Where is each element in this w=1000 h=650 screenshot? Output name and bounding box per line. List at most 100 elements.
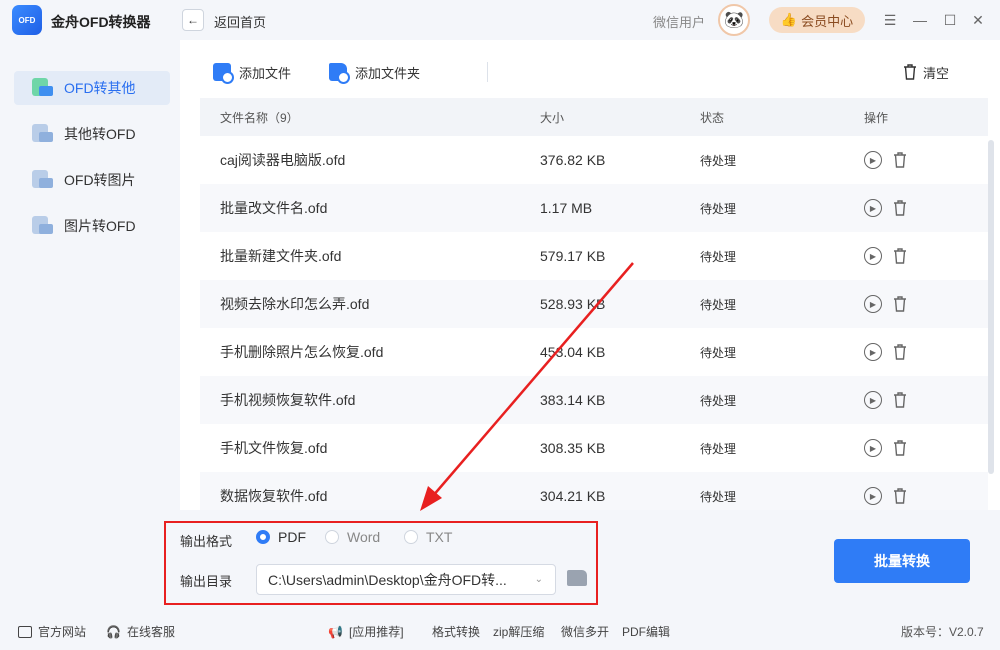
output-dir-select[interactable]: C:\Users\admin\Desktop\金舟OFD转... ⌄: [256, 564, 556, 595]
table-row: 手机文件恢复.ofd 308.35 KB 待处理 ▶: [200, 424, 988, 472]
play-icon[interactable]: ▶: [864, 295, 882, 313]
back-home-link[interactable]: 返回首页: [214, 12, 266, 31]
trash-icon[interactable]: [892, 343, 908, 361]
sidebar-item-label: 图片转OFD: [64, 218, 136, 234]
row-actions: ▶: [864, 391, 908, 409]
file-size: 453.04 KB: [540, 344, 606, 360]
file-status: 待处理: [700, 153, 737, 168]
row-actions: ▶: [864, 199, 908, 217]
footer-link-format-convert[interactable]: 格式转换: [432, 623, 480, 640]
app-logo: OFD: [12, 5, 42, 35]
official-site-label: 官方网站: [38, 625, 87, 639]
file-name: 数据恢复软件.ofd: [220, 488, 328, 504]
sidebar-item-label: 其他转OFD: [64, 126, 136, 142]
format-radio-txt[interactable]: TXT: [404, 529, 452, 545]
recommend-text: [应用推荐]: [348, 625, 404, 639]
add-folder-button[interactable]: 添加文件夹: [329, 62, 420, 84]
file-status: 待处理: [700, 345, 737, 360]
vip-label: 会员中心: [801, 13, 854, 29]
megaphone-icon: 📢: [328, 624, 343, 639]
sidebar-item-label: OFD转其他: [64, 80, 136, 96]
sidebar-item-ofd-to-other[interactable]: OFD转其他: [14, 71, 170, 105]
file-table: 文件名称（9） 大小 状态 操作 caj阅读器电脑版.ofd 376.82 KB 待…: [200, 98, 988, 520]
file-size: 579.17 KB: [540, 248, 606, 264]
thumbs-up-icon: 👍: [780, 12, 798, 27]
monitor-icon: [18, 625, 32, 638]
row-actions: ▶: [864, 487, 908, 505]
file-status: 待处理: [700, 297, 737, 312]
table-row: 批量改文件名.ofd 1.17 MB 待处理 ▶: [200, 184, 988, 232]
file-name: 批量改文件名.ofd: [220, 200, 328, 216]
trash-icon[interactable]: [892, 247, 908, 265]
table-row: 视频去除水印怎么弄.ofd 528.93 KB 待处理 ▶: [200, 280, 988, 328]
sidebar-item-label: OFD转图片: [64, 172, 136, 188]
footer-link-zip[interactable]: zip解压缩: [493, 623, 544, 640]
row-actions: ▶: [864, 295, 908, 313]
format-radio-pdf[interactable]: PDF: [256, 529, 306, 545]
user-name[interactable]: 微信用户: [653, 12, 705, 31]
table-row: 手机视频恢复软件.ofd 383.14 KB 待处理 ▶: [200, 376, 988, 424]
file-size: 1.17 MB: [540, 200, 593, 216]
add-file-button[interactable]: 添加文件: [213, 62, 292, 84]
file-size: 304.21 KB: [540, 488, 606, 504]
trash-icon[interactable]: [892, 295, 908, 313]
avatar[interactable]: 🐼: [718, 4, 750, 36]
sidebar-item-ofd-to-image[interactable]: OFD转图片: [14, 163, 170, 197]
row-actions: ▶: [864, 151, 908, 169]
file-status: 待处理: [700, 489, 737, 504]
add-file-label: 添加文件: [239, 65, 292, 81]
play-icon[interactable]: ▶: [864, 487, 882, 505]
file-name: 手机删除照片怎么恢复.ofd: [220, 344, 384, 360]
folder-icon[interactable]: [567, 570, 587, 586]
format-label: PDF: [278, 529, 306, 545]
footer-link-wechat-multi[interactable]: 微信多开: [561, 623, 609, 640]
play-icon[interactable]: ▶: [864, 343, 882, 361]
scrollbar[interactable]: [988, 140, 994, 474]
play-icon[interactable]: ▶: [864, 151, 882, 169]
table-row: 批量新建文件夹.ofd 579.17 KB 待处理 ▶: [200, 232, 988, 280]
file-size: 383.14 KB: [540, 392, 606, 408]
menu-icon[interactable]: ☰: [880, 10, 900, 30]
format-radio-word[interactable]: Word: [325, 529, 380, 545]
file-status: 待处理: [700, 441, 737, 456]
sidebar-item-image-to-ofd[interactable]: 图片转OFD: [14, 209, 170, 243]
minimize-icon[interactable]: —: [910, 10, 930, 30]
batch-convert-button[interactable]: 批量转换: [834, 539, 970, 583]
back-arrow-icon[interactable]: ←: [182, 9, 204, 31]
toolbar-divider: [487, 62, 488, 82]
file-status: 待处理: [700, 249, 737, 264]
header-op: 操作: [864, 110, 889, 125]
version-text: 版本号：V2.0.7: [901, 625, 984, 639]
add-folder-icon: [329, 63, 350, 84]
file-size: 528.93 KB: [540, 296, 606, 312]
title-bar: OFD 金舟OFD转换器 ← 返回首页 微信用户 🐼 👍 会员中心 ☰ — ☐ …: [0, 0, 1000, 40]
close-icon[interactable]: ✕: [968, 10, 988, 30]
official-site-link[interactable]: 官方网站: [18, 623, 86, 640]
radio-dot: [325, 530, 339, 544]
online-service-link[interactable]: 🎧 在线客服: [106, 623, 175, 640]
trash-icon[interactable]: [892, 199, 908, 217]
trash-icon[interactable]: [892, 151, 908, 169]
file-name: 批量新建文件夹.ofd: [220, 248, 342, 264]
trash-icon[interactable]: [892, 439, 908, 457]
footer-link-pdf-edit[interactable]: PDF编辑: [622, 623, 670, 640]
clear-button[interactable]: 清空: [903, 62, 949, 82]
ofd-to-other-icon: [30, 76, 54, 100]
maximize-icon[interactable]: ☐: [940, 10, 960, 30]
play-icon[interactable]: ▶: [864, 199, 882, 217]
play-icon[interactable]: ▶: [864, 391, 882, 409]
output-settings: 输出格式 PDF Word TXT 输出目录 C:\Users\admin\De…: [164, 510, 1000, 610]
row-actions: ▶: [864, 247, 908, 265]
file-name: caj阅读器电脑版.ofd: [220, 152, 346, 168]
chevron-down-icon: ⌄: [534, 574, 543, 585]
play-icon[interactable]: ▶: [864, 247, 882, 265]
play-icon[interactable]: ▶: [864, 439, 882, 457]
file-status: 待处理: [700, 393, 737, 408]
vip-center-button[interactable]: 👍 会员中心: [769, 7, 865, 33]
trash-icon[interactable]: [892, 487, 908, 505]
file-status: 待处理: [700, 201, 737, 216]
output-dir-label: 输出目录: [180, 574, 233, 589]
radio-dot: [404, 530, 418, 544]
trash-icon[interactable]: [892, 391, 908, 409]
sidebar-item-other-to-ofd[interactable]: 其他转OFD: [14, 117, 170, 151]
